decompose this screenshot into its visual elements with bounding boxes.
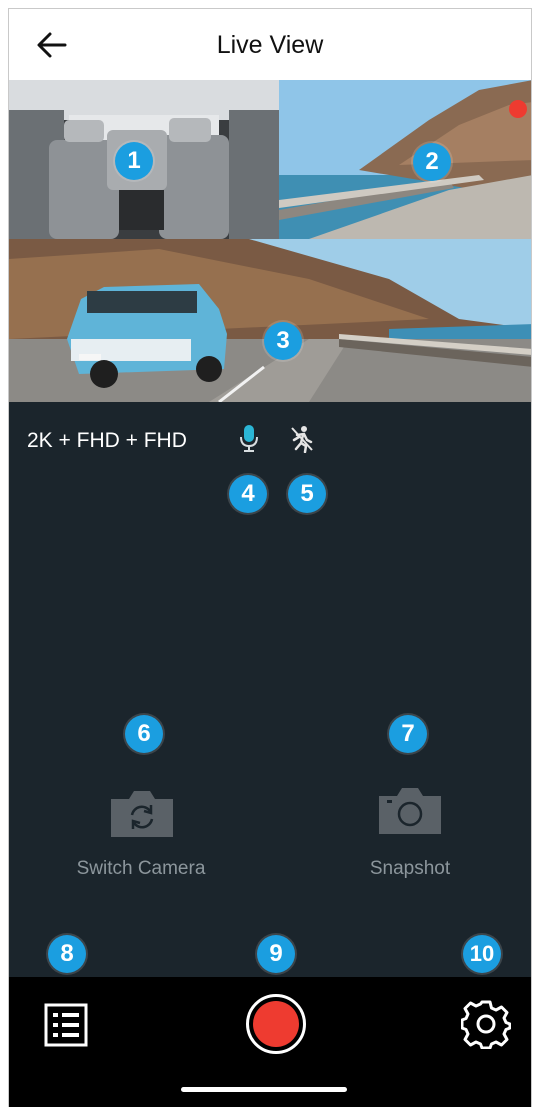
camera-icon[interactable]	[375, 784, 445, 836]
motion-detection-off-icon[interactable]	[289, 425, 315, 453]
bottom-badge-8: 8	[48, 935, 86, 973]
list-icon[interactable]	[43, 1002, 89, 1048]
bottom-toolbar	[9, 977, 531, 1107]
record-icon	[253, 1001, 299, 1047]
feed-badge-2: 2	[413, 143, 451, 181]
feed-badge-1: 1	[115, 142, 153, 180]
rear-camera-feed[interactable]: 2	[279, 80, 531, 239]
app-screen: Live View 1 2 3 2K + FHD + FHD 4 5 6 Swi…	[8, 8, 532, 1107]
recording-indicator	[509, 100, 527, 118]
feed-badge-3: 3	[264, 322, 302, 360]
microphone-icon[interactable]	[238, 423, 260, 453]
page-title: Live View	[216, 31, 324, 59]
switch-camera-label: Switch Camera	[76, 858, 206, 879]
snapshot-label: Snapshot	[369, 858, 451, 879]
status-badge-5: 5	[288, 475, 326, 513]
cabin-camera-feed[interactable]: 1	[9, 80, 279, 239]
status-badge-4: 4	[229, 475, 267, 513]
switch-camera-icon[interactable]	[107, 787, 177, 839]
resolution-text: 2K + FHD + FHD	[27, 429, 187, 452]
record-button[interactable]	[246, 994, 306, 1054]
home-indicator[interactable]	[181, 1087, 347, 1092]
front-camera-feed[interactable]: 3	[9, 239, 531, 402]
gear-icon[interactable]	[461, 999, 511, 1049]
header-bar: Live View	[9, 9, 531, 80]
bottom-badge-10: 10	[463, 935, 501, 973]
control-badge-7: 7	[389, 715, 427, 753]
control-badge-6: 6	[125, 715, 163, 753]
bottom-badge-9: 9	[257, 935, 295, 973]
